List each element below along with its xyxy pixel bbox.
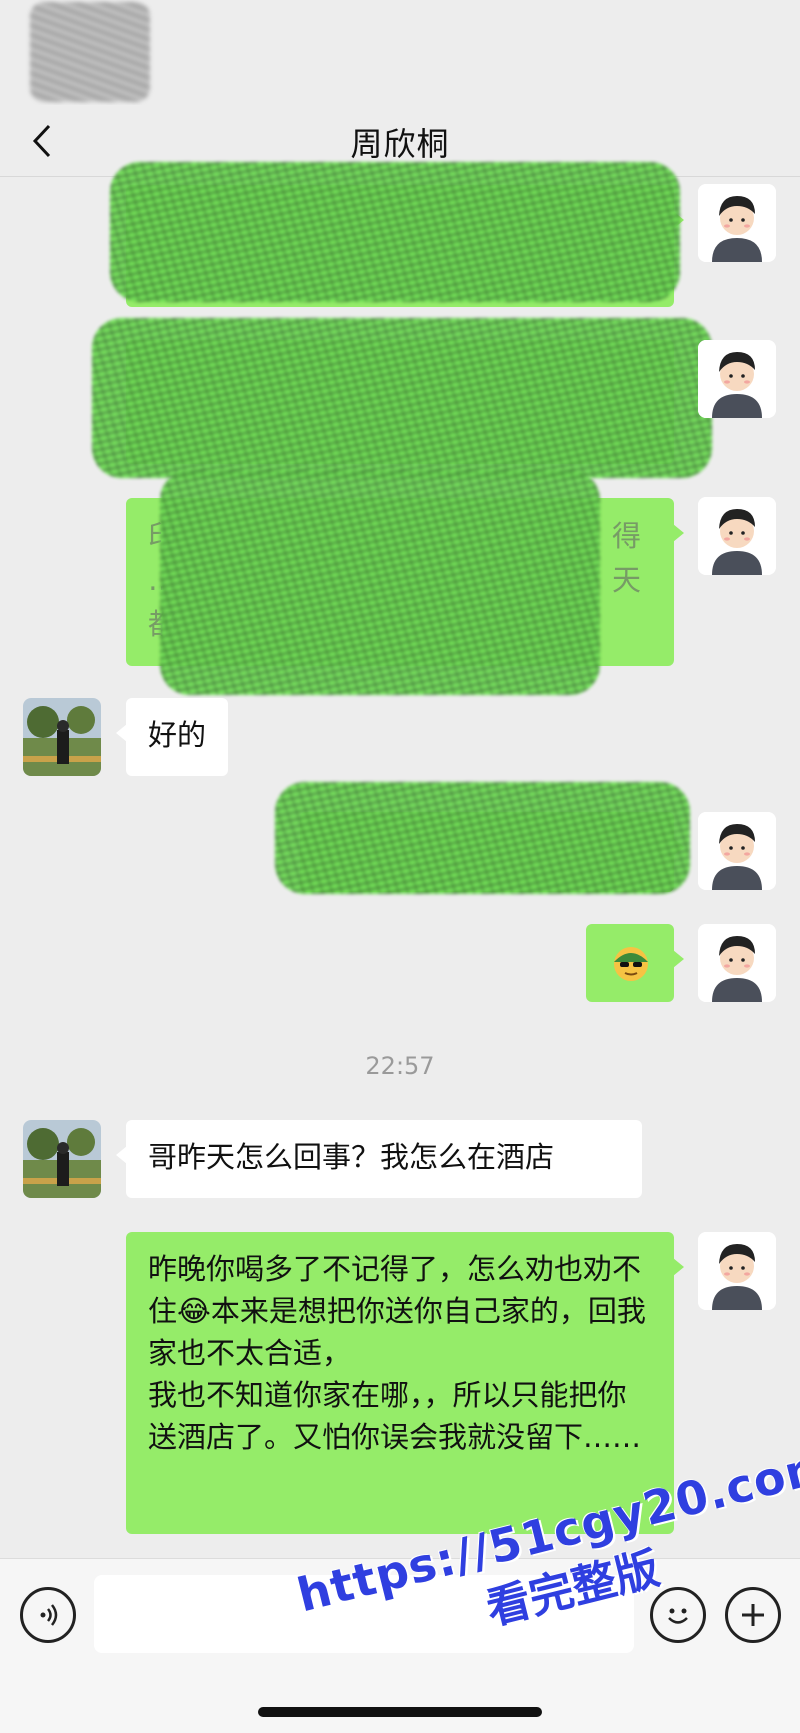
- photo-avatar-icon: [23, 1120, 101, 1198]
- message-bubble-them[interactable]: 哥昨天怎么回事？我怎么在酒店: [116, 1120, 642, 1198]
- message-bubble-me[interactable]: [126, 185, 684, 307]
- voice-button[interactable]: [20, 1587, 76, 1643]
- chat-title: 周欣桐: [350, 125, 450, 163]
- cartoon-boy-avatar-icon: [698, 924, 776, 1002]
- photo-avatar-icon: [23, 698, 101, 776]
- avatar-me[interactable]: [698, 924, 776, 1002]
- cartoon-boy-avatar-icon: [698, 812, 776, 890]
- avatar-me[interactable]: [698, 340, 776, 418]
- chat-header: 周欣桐: [0, 105, 800, 177]
- avatar-me[interactable]: [698, 497, 776, 575]
- cartoon-boy-avatar-icon: [698, 1232, 776, 1310]
- cartoon-boy-avatar-icon: [698, 340, 776, 418]
- sunglasses-face-icon: [614, 947, 648, 981]
- voice-icon: [40, 1604, 58, 1626]
- avatar-contact[interactable]: [23, 1120, 101, 1198]
- message-bubble-me[interactable]: [126, 340, 684, 464]
- message-partial-text-left: 印 … 都: [148, 519, 178, 641]
- more-button[interactable]: [725, 1587, 781, 1643]
- message-bubble-me[interactable]: 昨晚你喝多了不记得了，怎么劝也劝不住😂本来是想把你送你自己家的，回我家也不太合适…: [126, 1232, 684, 1534]
- home-indicator: [258, 1707, 542, 1717]
- avatar-me[interactable]: [698, 184, 776, 262]
- message-bubble-me[interactable]: [126, 498, 684, 666]
- message-bubble-me[interactable]: [300, 812, 684, 892]
- avatar-me[interactable]: [698, 1232, 776, 1310]
- message-partial-text-right: 得 天: [612, 519, 642, 597]
- emoji-button[interactable]: [650, 1587, 706, 1643]
- message-bubble-them[interactable]: 好的: [115, 698, 229, 776]
- avatar-contact[interactable]: [23, 698, 101, 776]
- avatar-me[interactable]: [698, 812, 776, 890]
- cartoon-boy-avatar-icon: [698, 497, 776, 575]
- cartoon-boy-avatar-icon: [698, 184, 776, 262]
- timestamp-label: 22:57: [365, 1052, 435, 1080]
- smiley-icon: [668, 1608, 688, 1624]
- plus-icon: [742, 1604, 764, 1626]
- message-text-input[interactable]: [94, 1575, 634, 1653]
- status-bar-redaction: [30, 2, 150, 102]
